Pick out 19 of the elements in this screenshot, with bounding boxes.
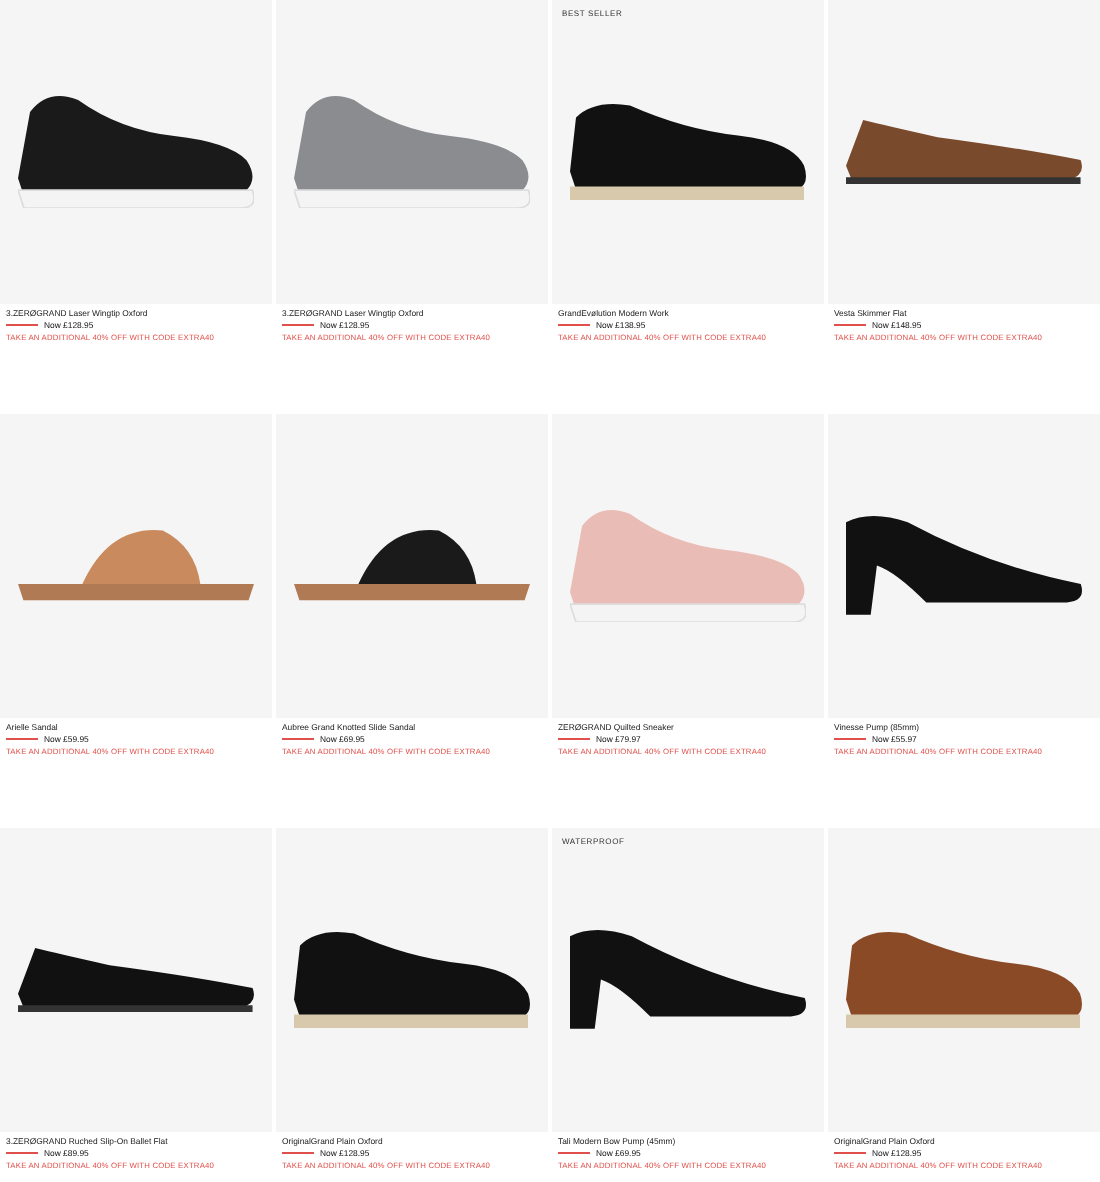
product-photo[interactable] [276,414,548,718]
product-photo[interactable] [828,0,1100,304]
struck-price-line [834,324,866,326]
struck-price-line [6,1152,38,1154]
product-photo[interactable] [0,828,272,1132]
struck-price-line [558,738,590,740]
product-photo[interactable] [276,828,548,1132]
struck-price-line [834,738,866,740]
struck-price-line [558,324,590,326]
struck-price-line [6,738,38,740]
product-photo[interactable] [828,828,1100,1132]
struck-price-line [282,738,314,740]
product-photo[interactable] [0,0,272,304]
struck-price-line [282,324,314,326]
struck-price-line [558,1152,590,1154]
struck-price-line [834,1152,866,1154]
product-photo[interactable] [828,414,1100,718]
struck-price-line [282,1152,314,1154]
struck-price-line [6,324,38,326]
